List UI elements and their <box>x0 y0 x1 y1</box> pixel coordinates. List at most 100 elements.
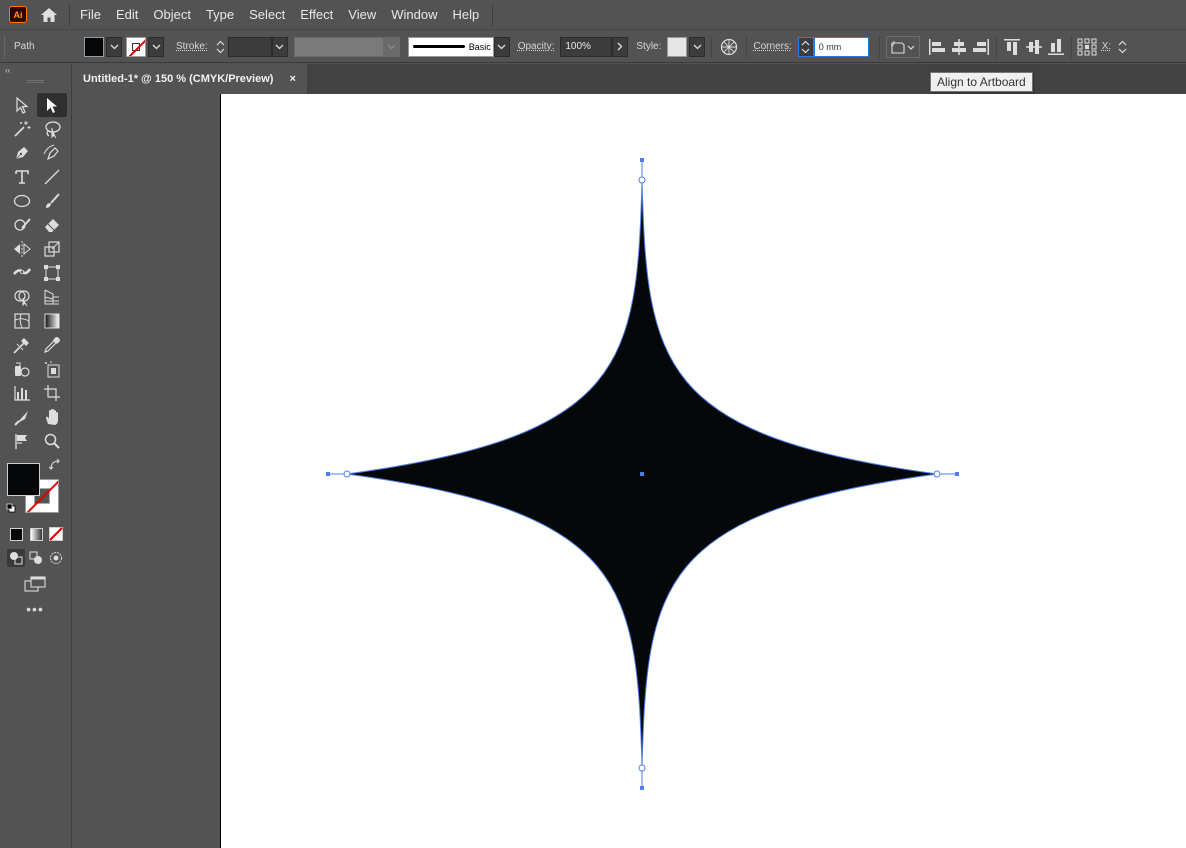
menu-file[interactable]: File <box>80 7 101 22</box>
eraser-tool[interactable] <box>37 213 67 237</box>
gradient-swatch-icon <box>29 527 43 541</box>
shaper-tool[interactable] <box>7 213 37 237</box>
control-divider <box>711 35 713 58</box>
menu-view[interactable]: View <box>348 7 376 22</box>
curvature-tool[interactable] <box>37 141 67 165</box>
menu-edit[interactable]: Edit <box>116 7 138 22</box>
menu-bar: Ai File Edit Object Type Select Effect V… <box>0 0 1186 30</box>
opacity-dropdown[interactable] <box>612 36 629 57</box>
align-vertical-center-icon[interactable] <box>1023 36 1045 58</box>
lasso-icon <box>45 121 61 138</box>
stroke-weight-dropdown[interactable] <box>271 36 288 57</box>
gradient-mode-button[interactable] <box>27 525 45 543</box>
gradient-tool[interactable] <box>37 309 67 333</box>
chevron-down-icon <box>152 44 160 49</box>
stroke-weight-input[interactable] <box>227 36 272 57</box>
brush-dropdown[interactable] <box>493 36 510 57</box>
corners-stepper[interactable] <box>797 36 814 57</box>
home-icon[interactable] <box>39 6 59 24</box>
puppet-warp-tool[interactable] <box>7 429 37 453</box>
mesh-tool[interactable] <box>7 309 37 333</box>
align-bottom-icon[interactable] <box>1045 36 1067 58</box>
stroke-swatch[interactable] <box>126 36 146 57</box>
default-fill-stroke-icon[interactable] <box>6 500 16 513</box>
stroke-label[interactable]: Stroke: <box>176 41 208 52</box>
width-tool[interactable] <box>7 261 37 285</box>
brush-definition[interactable]: Basic <box>407 36 494 57</box>
scale-icon <box>44 241 60 257</box>
zoom-tool[interactable] <box>37 429 67 453</box>
artboard-symbol-tool[interactable] <box>37 357 67 381</box>
align-left-icon[interactable] <box>926 36 948 58</box>
lasso-tool[interactable] <box>37 117 67 141</box>
draw-inside-button[interactable] <box>47 549 65 567</box>
blend-tool[interactable] <box>7 333 37 357</box>
perspective-grid-tool[interactable] <box>37 285 67 309</box>
anchor-bottom <box>638 764 646 772</box>
stepper-arrows-icon <box>216 40 225 53</box>
line-segment-tool[interactable] <box>37 165 67 189</box>
canvas-area[interactable] <box>73 94 1186 848</box>
shape-builder-tool[interactable] <box>7 285 37 309</box>
menu-type[interactable]: Type <box>206 7 234 22</box>
fill-swatch[interactable] <box>84 36 104 57</box>
paintbrush-tool[interactable] <box>37 189 67 213</box>
free-transform-tool[interactable] <box>37 261 67 285</box>
corners-label[interactable]: Corners: <box>753 41 791 52</box>
center-point <box>640 472 644 476</box>
document-tab[interactable]: Untitled-1* @ 150 % (CMYK/Preview) × <box>73 64 307 94</box>
variable-width-dropdown[interactable] <box>383 36 400 57</box>
selection-tool[interactable] <box>7 93 37 117</box>
menu-window[interactable]: Window <box>391 7 437 22</box>
menu-effect[interactable]: Effect <box>300 7 333 22</box>
slice-tool[interactable] <box>7 405 37 429</box>
color-mode-button[interactable] <box>7 525 25 543</box>
stroke-weight-stepper[interactable] <box>214 37 228 57</box>
align-to-artboard-button[interactable] <box>885 35 920 58</box>
close-tab-button[interactable]: × <box>289 73 295 85</box>
panel-grip[interactable] <box>26 80 44 83</box>
collapse-panel-button[interactable]: ‹‹ <box>0 64 71 76</box>
hand-tool[interactable] <box>37 405 67 429</box>
recolor-artwork-icon[interactable] <box>718 36 740 58</box>
type-tool[interactable] <box>7 165 37 189</box>
align-horizontal-center-icon[interactable] <box>948 36 970 58</box>
opacity-label[interactable]: Opacity: <box>518 41 555 52</box>
variable-width-profile[interactable] <box>293 36 384 57</box>
menu-select[interactable]: Select <box>249 7 285 22</box>
corners-input[interactable]: 0 mm <box>813 36 869 57</box>
align-right-icon[interactable] <box>970 36 992 58</box>
scale-tool[interactable] <box>37 237 67 261</box>
chevron-down-icon <box>693 44 702 49</box>
draw-behind-button[interactable] <box>27 549 45 567</box>
draw-normal-button[interactable] <box>7 549 25 567</box>
opacity-input[interactable]: 100% <box>560 36 613 57</box>
reference-point-icon[interactable] <box>1076 36 1098 58</box>
magic-wand-tool[interactable] <box>7 117 37 141</box>
fill-color-box[interactable] <box>7 463 40 496</box>
menu-object[interactable]: Object <box>153 7 191 22</box>
mesh-icon <box>14 313 30 329</box>
x-stepper[interactable] <box>1115 37 1129 57</box>
direct-selection-tool[interactable] <box>37 93 67 117</box>
control-bar-grip[interactable] <box>4 35 8 58</box>
pen-tool[interactable] <box>7 141 37 165</box>
star-artwork[interactable] <box>73 94 1186 848</box>
x-label[interactable]: X: <box>1102 41 1111 52</box>
screen-mode-button[interactable] <box>24 575 46 593</box>
graphic-style-swatch[interactable] <box>667 36 688 57</box>
align-top-icon[interactable] <box>1001 36 1023 58</box>
menu-help[interactable]: Help <box>452 7 479 22</box>
stroke-dropdown[interactable] <box>148 36 164 57</box>
ellipse-tool[interactable] <box>7 189 37 213</box>
eyedropper-tool[interactable] <box>37 333 67 357</box>
swap-fill-stroke-icon[interactable] <box>48 458 61 474</box>
symbol-sprayer-tool[interactable] <box>7 357 37 381</box>
reflect-tool[interactable] <box>7 237 37 261</box>
edit-toolbar-button[interactable]: ••• <box>24 601 46 617</box>
column-graph-tool[interactable] <box>7 381 37 405</box>
fill-dropdown[interactable] <box>106 36 122 57</box>
artboard-tool[interactable] <box>37 381 67 405</box>
none-mode-button[interactable] <box>47 525 65 543</box>
graphic-style-dropdown[interactable] <box>689 36 706 57</box>
